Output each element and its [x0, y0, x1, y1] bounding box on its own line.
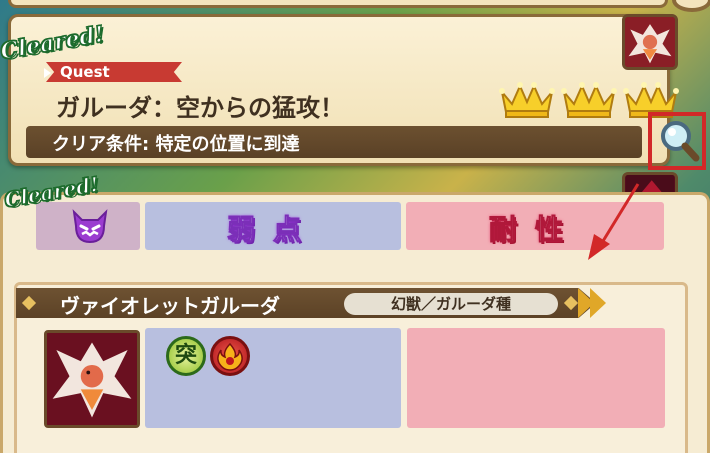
- resistance-cell: [407, 328, 665, 428]
- previous-quest-card-edge: [8, 0, 668, 8]
- enemy-type-badge: 幻獣／ガルーダ種: [344, 293, 558, 315]
- weakness-header: 弱点: [145, 202, 401, 250]
- crown-icon: [498, 78, 556, 120]
- clear-condition-bar: クリア条件: 特定の位置に到達: [26, 126, 642, 158]
- crown-icon: [560, 78, 618, 120]
- weakness-header-label: 弱点: [226, 213, 319, 247]
- ribbon-arrow-icon: [44, 68, 51, 78]
- quest-title: ガルーダ：空からの猛攻！: [56, 94, 344, 122]
- quest-tag-ribbon: Quest: [46, 62, 182, 82]
- fire-icon: [210, 336, 250, 376]
- pierce-icon: 突: [166, 336, 206, 376]
- boss-thumbnail: [622, 14, 678, 70]
- clear-condition-text: クリア条件: 特定の位置に到達: [52, 134, 300, 155]
- previous-card-corner: [672, 0, 710, 12]
- demon-icon: [72, 209, 108, 244]
- enemy-category-header: [36, 202, 140, 250]
- enemy-name: ヴァイオレットガルーダ: [60, 294, 280, 318]
- chevron-right-icon-2: [590, 288, 606, 318]
- magnifier-highlight-box: [648, 112, 706, 170]
- enemy-portrait: [44, 330, 140, 428]
- annotation-arrow-icon: [588, 183, 640, 260]
